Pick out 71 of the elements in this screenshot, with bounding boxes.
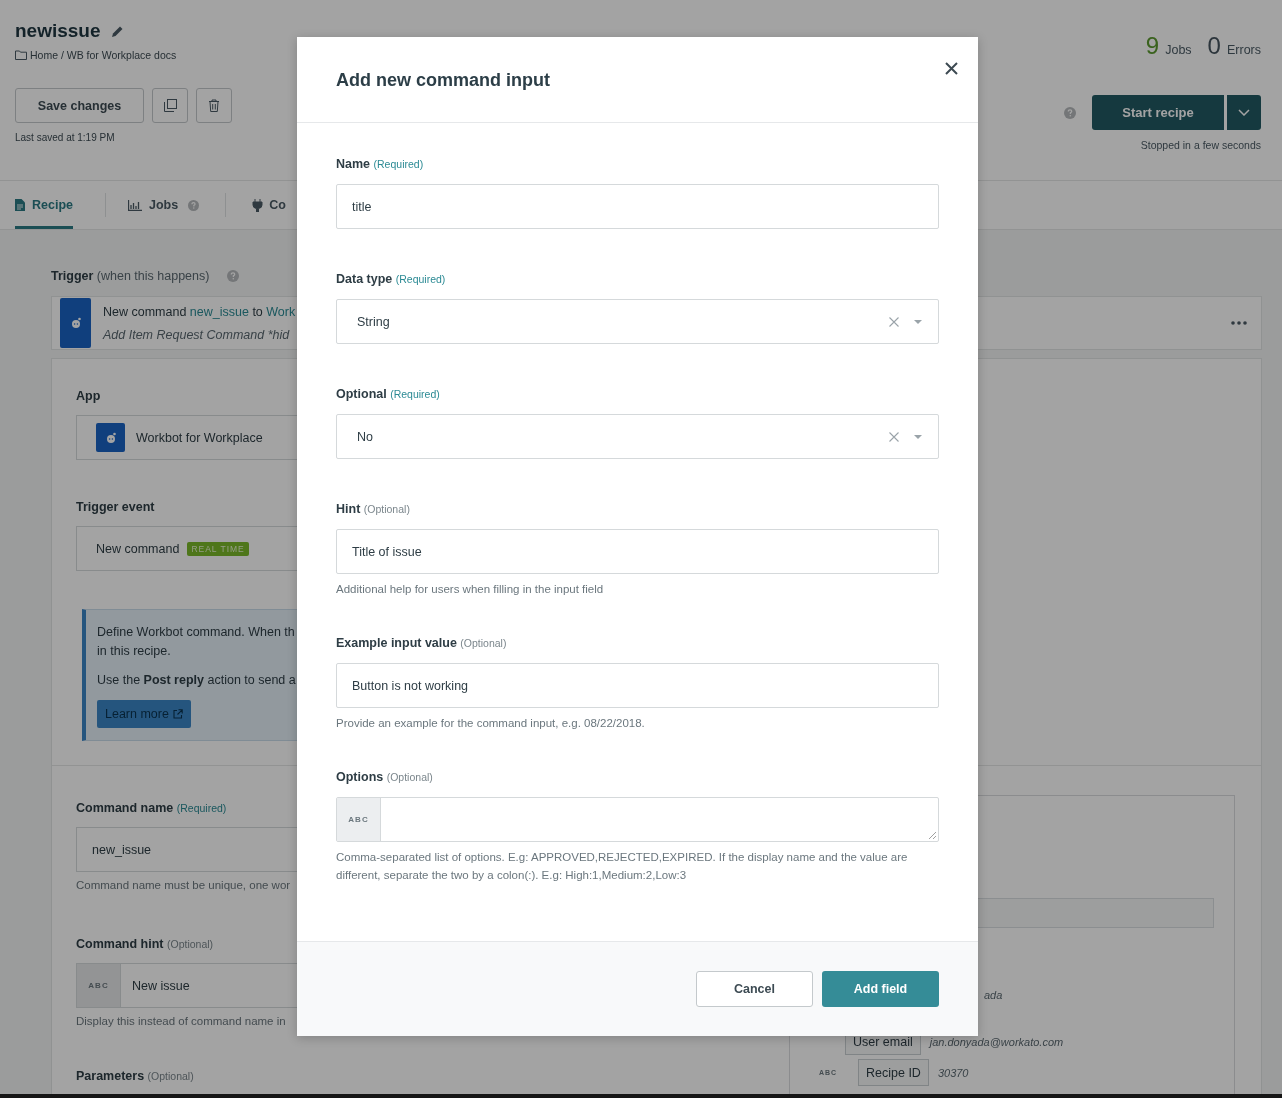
recipe-title: newissue <box>15 20 101 42</box>
start-recipe-button[interactable]: Start recipe <box>1092 95 1224 130</box>
resize-handle-icon[interactable] <box>928 831 936 839</box>
input-field[interactable]: Button is not working <box>336 663 939 708</box>
helper-text: Command name must be unique, one wor <box>76 879 292 891</box>
helper-text: Provide an example for the command input, e.g. 08/22/2018. <box>336 716 646 731</box>
field-label: Name (Required) <box>336 157 424 173</box>
plug-icon <box>252 198 264 212</box>
helper-text: Comma-separated list of options. E.g: APPROVED,REJECTED,EXPIRED. If the display name and the value are different, separate the two by a colon(:). E.g: High:1,Medium:2,Low:3 <box>336 850 909 883</box>
more-icon[interactable] <box>1231 321 1247 325</box>
sample-value: jan.donyada@workato.com <box>929 1035 1064 1048</box>
trash-icon <box>208 99 220 112</box>
stat-count: 9 <box>1145 32 1160 60</box>
document-icon <box>15 199 25 211</box>
tab[interactable]: Recipe <box>15 181 73 229</box>
caret-icon[interactable] <box>914 319 922 324</box>
help-icon[interactable] <box>1064 106 1076 119</box>
caret-icon[interactable] <box>914 434 922 439</box>
trigger-description: Add Item Request Command *hid <box>103 327 291 342</box>
external-link-icon <box>172 709 183 719</box>
last-saved-text: Last saved at 1:19 PM <box>15 132 116 143</box>
field-label: Command hint (Optional) <box>76 937 214 951</box>
stat-count: 0 <box>1207 32 1221 60</box>
field-label: App <box>76 389 101 403</box>
field-label: Trigger event <box>76 500 155 514</box>
input-field[interactable]: title <box>336 184 939 229</box>
bar-chart-icon <box>128 199 142 211</box>
sample-value: 30370 <box>937 1066 969 1079</box>
helper-text: Display this instead of command name in <box>76 1015 287 1027</box>
duplicate-button[interactable] <box>152 88 188 123</box>
breadcrumb[interactable]: Home / WB for Workplace docs <box>30 49 177 61</box>
tab[interactable]: Co <box>252 181 286 229</box>
sample-value: ada <box>984 988 1003 1001</box>
stat-label: Errors <box>1226 43 1261 57</box>
close-icon[interactable] <box>945 62 958 75</box>
modal-title: Add new command input <box>336 70 550 91</box>
select-field[interactable]: No <box>336 414 939 459</box>
field-label: Optional (Required) <box>336 387 440 403</box>
text-area[interactable]: ABC <box>336 797 939 842</box>
trigger-summary: New command new_issue to Work <box>103 304 297 319</box>
folder-icon <box>15 50 27 60</box>
robot-icon <box>96 423 125 452</box>
copy-icon <box>163 99 177 112</box>
help-icon[interactable] <box>227 270 240 282</box>
help-icon[interactable] <box>188 199 200 211</box>
field-label: Example input value (Optional) <box>336 636 507 652</box>
save-button[interactable]: Save changes <box>15 88 144 123</box>
caret-icon <box>1238 109 1250 116</box>
field-label: Command name (Required) <box>76 801 227 815</box>
section-heading: Trigger (when this happens) <box>51 269 210 283</box>
field-label: Hint (Optional) <box>336 502 410 518</box>
status-text: Stopped in a few seconds <box>1140 139 1261 151</box>
delete-button[interactable] <box>196 88 232 123</box>
pencil-icon[interactable] <box>110 24 124 38</box>
info-text: Use the Post reply action to send a <box>97 672 296 689</box>
clear-icon[interactable] <box>889 316 899 327</box>
real-time-badge: REAL TIME <box>187 541 249 556</box>
input-field[interactable]: Title of issue <box>336 529 939 574</box>
field-label: Parameters (Optional) <box>76 1069 194 1083</box>
stat-label: Jobs <box>1165 43 1192 57</box>
helper-text: Additional help for users when filling in the input field <box>336 582 605 597</box>
add-field-button[interactable]: Add field <box>822 971 939 1007</box>
tab[interactable]: Jobs <box>128 181 200 229</box>
field-label: Data type (Required) <box>336 272 446 288</box>
select-field[interactable]: String <box>336 299 939 344</box>
output-pill[interactable]: Recipe ID <box>858 1059 929 1086</box>
info-text: Define Workbot command. When th in this recipe. <box>97 624 295 660</box>
start-options-button[interactable] <box>1227 95 1261 130</box>
clear-icon[interactable] <box>889 431 899 442</box>
field-label: Options (Optional) <box>336 770 433 786</box>
cancel-button[interactable]: Cancel <box>696 971 813 1007</box>
